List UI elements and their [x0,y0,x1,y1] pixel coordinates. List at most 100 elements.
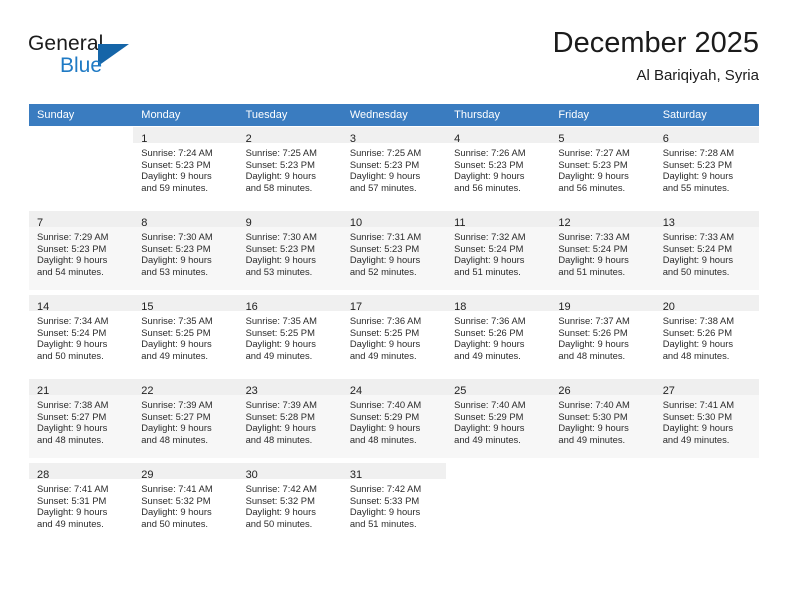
calendar-day-cell[interactable]: 4 Sunrise: 7:26 AM Sunset: 5:23 PM Daylight… [446,126,551,210]
day-number: 26 [558,385,571,397]
day-detail-lines: Sunrise: 7:42 AM Sunset: 5:33 PM Daylight:… [342,479,446,529]
sunrise-time: Sunrise: 7:27 AM [558,147,630,158]
day-detail-lines: Sunrise: 7:30 AM Sunset: 5:23 PM Daylight:… [238,227,342,277]
day-cell-content [550,462,655,542]
day-number: 24 [349,385,363,397]
calendar-day-cell[interactable]: 27 Sunrise: 7:41 AM Sunset: 5:30 PM Dayligh… [654,376,759,462]
day-detail-lines: Sunrise: 7:35 AM Sunset: 5:25 PM Daylight:… [133,311,237,361]
sunrise-time: Sunrise: 7:38 AM [662,315,735,326]
calendar-day-cell[interactable]: 17 Sunrise: 7:36 AM Sunset: 5:25 PM Dayligh… [341,292,447,378]
calendar-day-cell[interactable]: 14 Sunrise: 7:34 AM Sunset: 5:24 PM Dayligh… [29,292,134,378]
day-number: 8 [141,217,148,229]
daylight-duration-line2: and 49 minutes. [662,433,730,445]
calendar-day-cell[interactable]: 25 Sunrise: 7:40 AM Sunset: 5:29 PM Dayligh… [446,376,551,462]
day-cell-content: 30 Sunrise: 7:42 AM Sunset: 5:32 PM Dayligh… [237,462,342,542]
calendar-day-cell[interactable]: 3 Sunrise: 7:25 AM Sunset: 5:23 PM Daylight… [341,126,447,210]
calendar-day-cell[interactable]: 20 Sunrise: 7:38 AM Sunset: 5:26 PM Dayligh… [654,292,759,378]
day-cell-content: 22 Sunrise: 7:39 AM Sunset: 5:27 PM Dayligh… [133,378,238,458]
sunrise-time: Sunrise: 7:25 AM [349,147,422,158]
calendar-day-cell[interactable]: 16 Sunrise: 7:35 AM Sunset: 5:25 PM Dayligh… [237,292,342,378]
day-number-bar: 14 [29,295,134,313]
calendar-day-cell[interactable]: 13 Sunrise: 7:33 AM Sunset: 5:24 PM Dayligh… [654,208,759,294]
calendar-day-cell[interactable]: 28 Sunrise: 7:41 AM Sunset: 5:31 PM Dayligh… [29,460,134,546]
day-number: 6 [662,133,669,145]
day-detail-lines: Sunrise: 7:41 AM Sunset: 5:32 PM Daylight:… [133,479,237,529]
day-cell-content: 23 Sunrise: 7:39 AM Sunset: 5:28 PM Dayligh… [237,378,342,458]
day-number: 16 [245,301,258,313]
day-number-bar: 13 [654,211,759,229]
calendar-day-cell[interactable]: 30 Sunrise: 7:42 AM Sunset: 5:32 PM Dayligh… [237,460,342,546]
calendar-day-cell[interactable]: 24 Sunrise: 7:40 AM Sunset: 5:29 PM Dayligh… [341,376,447,462]
calendar-day-cell[interactable]: 22 Sunrise: 7:39 AM Sunset: 5:27 PM Dayligh… [133,376,238,462]
daylight-duration-line2: and 50 minutes. [37,349,104,361]
daylight-duration-line2: and 50 minutes. [245,517,313,529]
calendar-day-cell[interactable]: 26 Sunrise: 7:40 AM Sunset: 5:30 PM Dayligh… [550,376,655,462]
calendar-day-cell[interactable]: 18 Sunrise: 7:36 AM Sunset: 5:26 PM Dayligh… [446,292,551,378]
day-detail-lines: Sunrise: 7:35 AM Sunset: 5:25 PM Daylight:… [238,311,342,361]
sunset-time: Sunset: 5:24 PM [37,326,107,338]
day-number-bar: 5 [550,127,655,145]
page-subtitle-location: Al Bariqiyah, Syria [636,67,759,84]
day-number: 31 [349,469,363,481]
calendar-day-cell[interactable]: 21 Sunrise: 7:38 AM Sunset: 5:27 PM Dayligh… [29,376,134,462]
day-number-bar: 25 [446,379,551,397]
sunrise-time: Sunrise: 7:40 AM [454,399,526,410]
sunrise-time: Sunrise: 7:33 AM [558,231,630,242]
daylight-duration-line1: Daylight: 9 hours [558,254,629,266]
day-cell-content: 2 Sunrise: 7:25 AM Sunset: 5:23 PM Daylight… [237,126,342,206]
day-number-bar: 8 [133,211,238,229]
daylight-duration-line2: and 51 minutes. [349,517,417,529]
calendar-day-cell[interactable]: 11 Sunrise: 7:32 AM Sunset: 5:24 PM Dayligh… [446,208,551,294]
calendar-day-cell[interactable]: 15 Sunrise: 7:35 AM Sunset: 5:25 PM Dayligh… [133,292,238,378]
day-cell-content: 1 Sunrise: 7:24 AM Sunset: 5:23 PM Daylight… [133,126,238,206]
sunrise-time: Sunrise: 7:26 AM [454,147,526,158]
logo-text-blue: Blue [60,54,103,77]
day-number-bar: 9 [237,211,342,229]
daylight-duration-line2: and 54 minutes. [37,265,104,277]
daylight-duration-line1: Daylight: 9 hours [558,338,629,350]
calendar-day-cell[interactable]: 19 Sunrise: 7:37 AM Sunset: 5:26 PM Dayligh… [550,292,655,378]
calendar-day-cell[interactable]: 10 Sunrise: 7:31 AM Sunset: 5:23 PM Dayligh… [341,208,447,294]
day-cell-content: 19 Sunrise: 7:37 AM Sunset: 5:26 PM Dayligh… [550,294,655,374]
sunrise-time: Sunrise: 7:37 AM [558,315,630,326]
daylight-duration-line2: and 51 minutes. [454,265,521,277]
day-cell-content: 6 Sunrise: 7:28 AM Sunset: 5:23 PM Daylight… [654,126,759,206]
calendar-day-cell[interactable]: 31 Sunrise: 7:42 AM Sunset: 5:33 PM Dayligh… [341,460,447,546]
day-cell-content: 26 Sunrise: 7:40 AM Sunset: 5:30 PM Dayligh… [550,378,655,458]
day-number: 23 [245,385,258,397]
general-blue-logo[interactable]: General Blue [28,32,178,92]
calendar-week-row: 14 Sunrise: 7:34 AM Sunset: 5:24 PM Dayligh… [29,292,759,378]
day-detail-lines: Sunrise: 7:25 AM Sunset: 5:23 PM Daylight:… [342,143,446,193]
daylight-duration-line2: and 48 minutes. [141,433,208,445]
sunset-time: Sunset: 5:25 PM [245,326,315,338]
page-title: December 2025 [552,27,759,59]
sunrise-time: Sunrise: 7:30 AM [141,231,213,242]
calendar-day-cell[interactable]: 5 Sunrise: 7:27 AM Sunset: 5:23 PM Daylight… [550,126,655,210]
calendar-day-cell[interactable]: 29 Sunrise: 7:41 AM Sunset: 5:32 PM Dayligh… [133,460,238,546]
sunset-time: Sunset: 5:24 PM [454,242,524,254]
sunrise-time: Sunrise: 7:38 AM [37,399,109,410]
sunrise-time: Sunrise: 7:30 AM [245,231,317,242]
calendar-day-cell[interactable]: 23 Sunrise: 7:39 AM Sunset: 5:28 PM Dayligh… [237,376,342,462]
calendar-day-cell[interactable]: 2 Sunrise: 7:25 AM Sunset: 5:23 PM Daylight… [237,126,342,210]
day-detail-lines: Sunrise: 7:39 AM Sunset: 5:28 PM Daylight:… [238,395,342,445]
daylight-duration-line2: and 49 minutes. [37,517,104,529]
calendar-day-cell[interactable]: 6 Sunrise: 7:28 AM Sunset: 5:23 PM Daylight… [654,126,759,210]
daylight-duration-line1: Daylight: 9 hours [245,254,316,266]
calendar-day-cell[interactable]: 8 Sunrise: 7:30 AM Sunset: 5:23 PM Daylight… [133,208,238,294]
daylight-duration-line2: and 52 minutes. [349,265,417,277]
day-detail-lines: Sunrise: 7:29 AM Sunset: 5:23 PM Daylight:… [29,227,133,277]
daylight-duration-line1: Daylight: 9 hours [141,170,212,182]
sunrise-time: Sunrise: 7:28 AM [662,147,735,158]
calendar-day-cell[interactable]: 7 Sunrise: 7:29 AM Sunset: 5:23 PM Daylight… [29,208,134,294]
calendar-day-cell[interactable]: 12 Sunrise: 7:33 AM Sunset: 5:24 PM Dayligh… [550,208,655,294]
calendar-day-cell[interactable]: 1 Sunrise: 7:24 AM Sunset: 5:23 PM Daylight… [133,126,238,210]
daylight-duration-line2: and 49 minutes. [245,349,313,361]
sunset-time: Sunset: 5:31 PM [37,494,107,506]
calendar-day-cell[interactable]: 9 Sunrise: 7:30 AM Sunset: 5:23 PM Daylight… [237,208,342,294]
sunset-time: Sunset: 5:23 PM [454,158,524,170]
day-number-bar: 27 [654,379,759,397]
calendar-week-row: 1 Sunrise: 7:24 AM Sunset: 5:23 PM Daylight… [29,126,759,210]
sunrise-time: Sunrise: 7:29 AM [37,231,109,242]
sunrise-time: Sunrise: 7:24 AM [141,147,213,158]
